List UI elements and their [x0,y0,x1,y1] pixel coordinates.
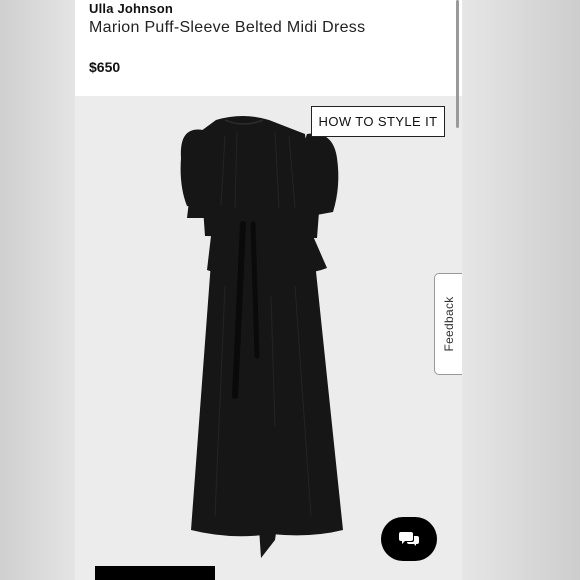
feedback-tab[interactable]: Feedback [434,273,462,375]
product-price: $650 [89,59,121,75]
phone-screen[interactable]: Ulla Johnson Marion Puff-Sleeve Belted M… [75,0,462,580]
product-image[interactable]: HOW TO STYLE IT Feedback [75,96,462,580]
background-left [0,0,75,580]
dress-right-sleeve [303,133,339,216]
brand-name[interactable]: Ulla Johnson [89,1,173,16]
dress-belt [203,208,319,238]
bottom-action-bar[interactable] [95,566,215,580]
background-right [462,0,580,580]
chat-button[interactable] [381,517,437,561]
dress-left-sleeve [180,129,221,210]
how-to-style-button[interactable]: HOW TO STYLE IT [311,106,445,137]
chat-bubbles-icon [399,532,419,546]
dress-image [180,116,343,558]
product-title: Marion Puff-Sleeve Belted Midi Dress [89,19,366,36]
feedback-label: Feedback [441,296,456,352]
scrollbar[interactable] [456,0,459,128]
product-header: Ulla Johnson Marion Puff-Sleeve Belted M… [75,0,462,96]
